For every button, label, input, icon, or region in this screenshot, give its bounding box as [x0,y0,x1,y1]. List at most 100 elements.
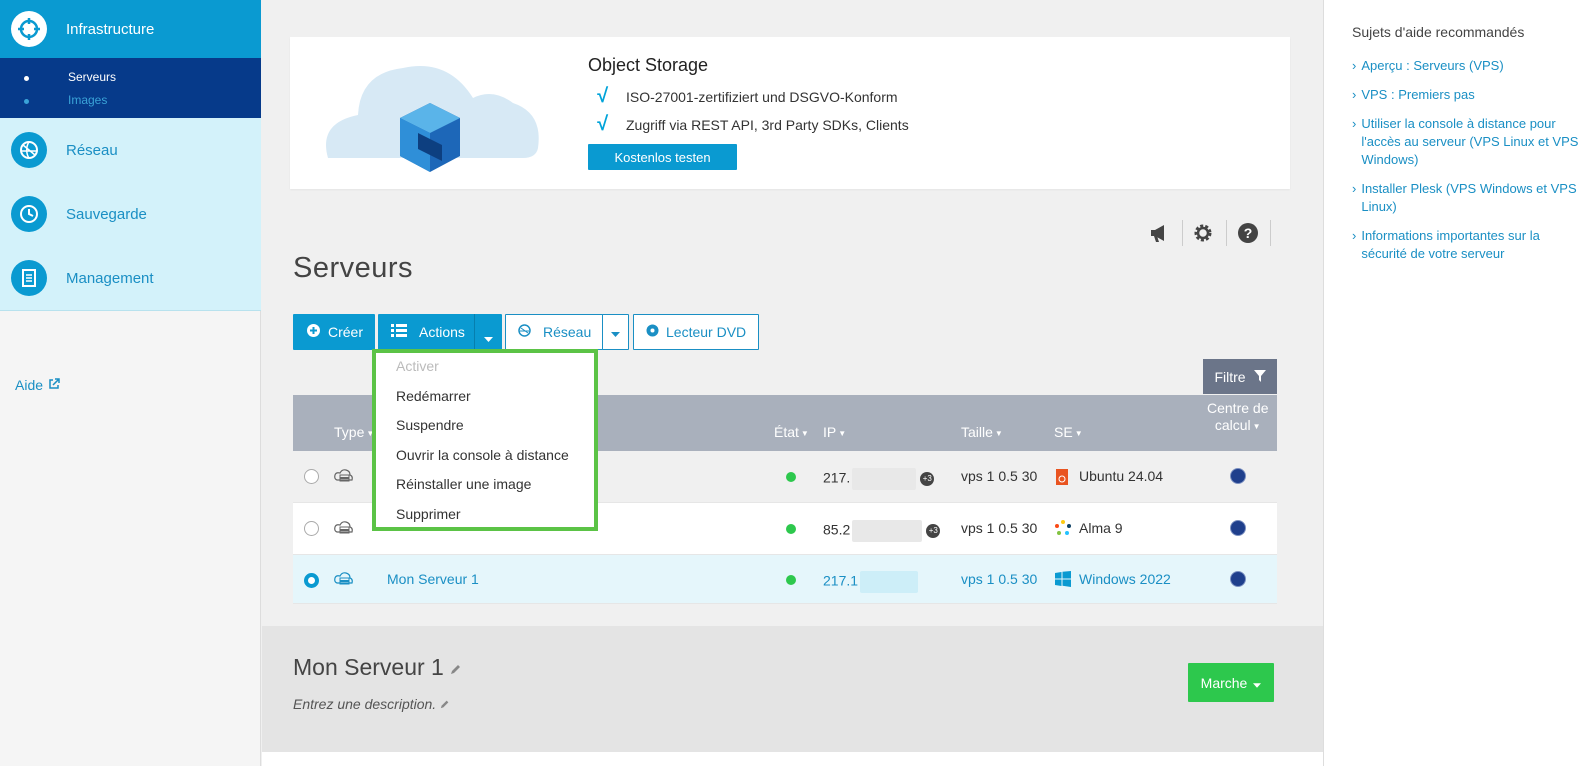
sidebar-item-sauvegarde[interactable]: Sauvegarde [0,182,261,247]
banner-title: Object Storage [588,55,709,75]
backup-icon [11,196,47,232]
help-icon[interactable]: ? [1237,219,1259,247]
chevron-right-icon: › [1352,58,1357,73]
management-icon [11,260,47,296]
try-free-button[interactable]: Kostenlos testen [588,144,737,170]
chevron-right-icon: › [1352,228,1357,243]
dvd-drive-button[interactable]: Lecteur DVD [633,314,759,350]
actions-dropdown-menu: Activer Redémarrer Suspendre Ouvrir la c… [372,349,598,531]
column-header-datacenter[interactable]: Centre de calcul ▼ [1207,400,1268,435]
help-panel: Sujets d'aide recommandés › Aperçu : Serv… [1323,0,1595,766]
help-link[interactable]: Aide [15,377,60,393]
menu-item-remote-console[interactable]: Ouvrir la console à distance [396,447,569,463]
filter-button[interactable]: Filtre [1203,359,1277,394]
caret-down-icon [611,324,620,340]
promo-banner: Object Storage √ ISO-27001-zertifiziert … [290,37,1290,189]
server-name-cell[interactable]: Mon Serveur 1 [387,571,479,587]
create-button[interactable]: Créer [293,314,375,350]
datacenter-flag-icon [1230,468,1246,484]
main-content: Object Storage √ ISO-27001-zertifiziert … [262,0,1323,766]
cloud-storage-illustration [326,66,539,172]
sidebar-item-label: Sauvegarde [66,205,147,223]
chevron-right-icon: › [1352,181,1357,196]
sidebar-item-infrastructure[interactable]: Infrastructure [0,0,261,58]
size-cell: vps 1 0.5 30 [961,520,1038,536]
help-link[interactable]: › Utiliser la console à distance pour l'a… [1352,115,1584,169]
chevron-right-icon: › [1352,116,1357,131]
datacenter-flag-icon [1230,520,1246,536]
network-button[interactable]: Réseau [505,314,603,350]
row-radio[interactable] [304,521,319,536]
filter-icon [1253,369,1266,385]
help-link[interactable]: › Installer Plesk (VPS Windows et VPS Lin… [1352,180,1584,216]
cloud-server-icon [334,520,354,539]
sidebar-item-reseau[interactable]: Réseau [0,118,261,183]
column-header-ip[interactable]: IP ▼ [823,424,846,440]
external-link-icon [48,377,60,393]
status-indicator [786,575,796,585]
feature-text: Zugriff via REST API, 3rd Party SDKs, Cl… [626,116,909,133]
subnav-item-serveurs[interactable]: Serveurs [68,70,116,84]
menu-item-restart[interactable]: Redémarrer [396,388,471,404]
os-cell: Alma 9 [1079,520,1123,536]
bottom-strip [262,752,1323,766]
table-row[interactable]: Mon Serveur 1 217.1 vps 1 0.5 30 Windows… [293,555,1277,604]
pencil-icon[interactable] [450,654,462,680]
extra-ip-badge: +3 [920,472,935,486]
sidebar: Infrastructure Serveurs Images Réseau Sa… [0,0,261,766]
server-detail-panel: Mon Serveur 1 Entrez une description. Ma… [262,626,1323,766]
server-detail-title[interactable]: Mon Serveur 1 [293,654,462,681]
caret-down-icon [484,329,493,345]
windows-icon [1055,571,1071,590]
list-icon [391,324,407,340]
help-label: Aide [15,377,44,393]
check-icon: √ [596,85,607,107]
sidebar-item-label: Infrastructure [66,20,155,38]
sidebar-item-label: Management [66,269,154,287]
banner-feature: √ Zugriff via REST API, 3rd Party SDKs, … [596,113,909,136]
extra-ip-badge: +3 [926,524,941,538]
help-link[interactable]: › Aperçu : Serveurs (VPS) [1352,57,1584,75]
divider [1270,220,1271,246]
svg-text:?: ? [1244,225,1253,241]
pencil-icon[interactable] [440,696,450,712]
server-description[interactable]: Entrez une description. [293,696,450,712]
actions-label: Actions [419,324,465,340]
status-indicator [786,524,796,534]
column-header-type[interactable]: Type ▼ [334,424,374,440]
actions-button[interactable]: Actions [378,314,502,350]
sidebar-item-label: Réseau [66,141,118,159]
ip-cell: 85.2 +3 [823,520,941,542]
row-radio[interactable] [304,573,319,588]
ip-cell: 217.1 [823,571,919,593]
help-link[interactable]: › Informations importantes sur la sécurit… [1352,227,1584,263]
help-link[interactable]: › VPS : Premiers pas [1352,86,1584,104]
chevron-right-icon: › [1352,87,1357,102]
row-radio[interactable] [304,469,319,484]
menu-item-delete[interactable]: Supprimer [396,506,461,522]
column-header-size[interactable]: Taille ▼ [961,424,1003,440]
dvd-label: Lecteur DVD [666,324,747,340]
sidebar-item-management[interactable]: Management [0,246,261,311]
cloud-server-icon [334,571,354,590]
menu-item-suspend[interactable]: Suspendre [396,417,464,433]
column-header-state[interactable]: État ▼ [774,424,809,440]
network-dropdown-toggle[interactable] [602,314,629,350]
divider [1226,220,1227,246]
menu-item-reinstall-image[interactable]: Réinstaller une image [396,476,531,492]
subnav-item-images[interactable]: Images [68,93,107,107]
os-cell: Ubuntu 24.04 [1079,468,1164,484]
infrastructure-icon [11,11,47,47]
network-icon [11,132,47,168]
ubuntu-icon [1056,469,1068,488]
column-header-os[interactable]: SE ▼ [1054,424,1083,440]
caret-down-icon [1253,675,1262,691]
divider [1182,220,1183,246]
power-status-button[interactable]: Marche [1188,663,1274,702]
gear-icon[interactable] [1192,219,1214,247]
power-status-label: Marche [1200,674,1248,691]
filter-label: Filtre [1214,368,1246,385]
size-cell: vps 1 0.5 30 [961,468,1038,484]
announcement-icon[interactable] [1149,219,1171,247]
banner-feature: √ ISO-27001-zertifiziert und DSGVO-Konfo… [596,85,898,108]
